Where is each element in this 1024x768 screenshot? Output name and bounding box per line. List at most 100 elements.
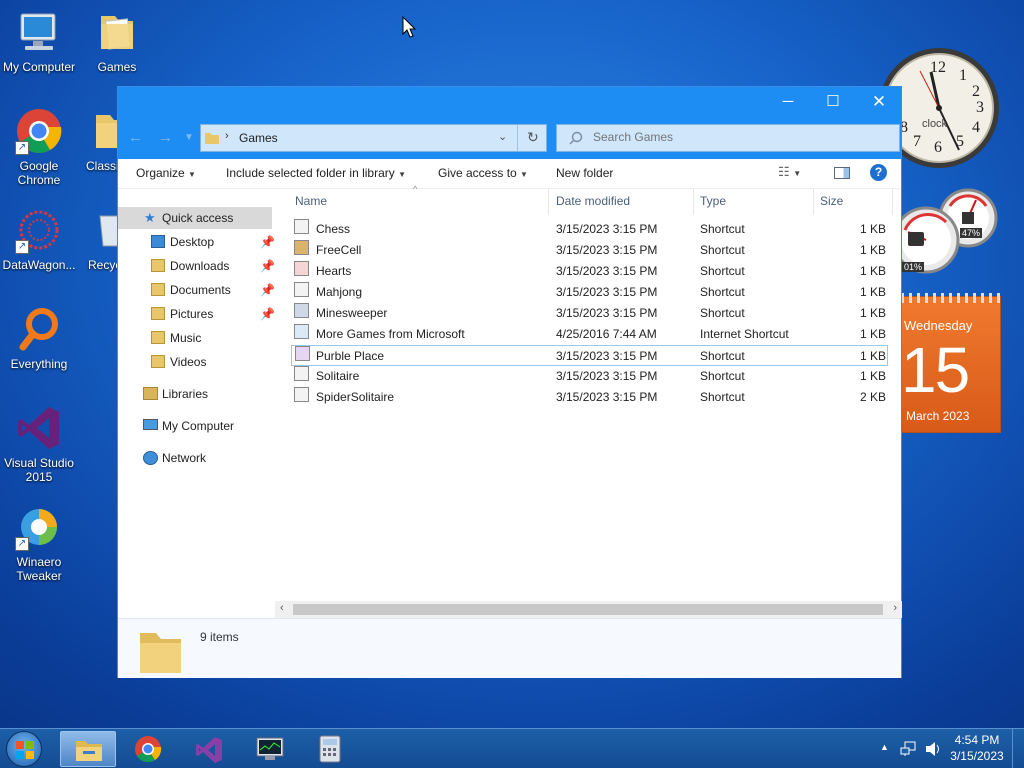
- scroll-left-icon[interactable]: ‹: [280, 602, 284, 614]
- file-row-chess[interactable]: Chess 3/15/2023 3:15 PM Shortcut 1 KB: [291, 219, 888, 240]
- nav-item-videos[interactable]: Videos: [118, 351, 275, 373]
- pin-icon[interactable]: 📌: [260, 279, 275, 301]
- clock-number: 12: [930, 59, 946, 76]
- file-row-hearts[interactable]: Hearts 3/15/2023 3:15 PM Shortcut 1 KB: [291, 261, 888, 282]
- item-count: 9 items: [200, 630, 239, 644]
- network-tray-icon[interactable]: [900, 741, 918, 757]
- clock-time: 4:54 PM: [954, 733, 1000, 747]
- help-icon[interactable]: ?: [870, 164, 887, 181]
- show-desktop-button[interactable]: [1012, 729, 1024, 768]
- back-arrow-icon[interactable]: ←: [128, 129, 143, 146]
- documents-folder-icon: [151, 283, 165, 296]
- desktop-icon-label: Recyc: [88, 258, 118, 272]
- taskbar-file-explorer[interactable]: [60, 731, 116, 767]
- column-header-date[interactable]: Date modified: [556, 194, 630, 208]
- desktop-icon-visual-studio[interactable]: Visual Studio 2015: [0, 404, 78, 484]
- nav-item-music[interactable]: Music: [118, 327, 275, 349]
- music-folder-icon: [151, 331, 165, 344]
- nav-item-desktop[interactable]: Desktop 📌: [118, 231, 275, 253]
- desktop-icon-google-chrome[interactable]: ↗ Google Chrome: [0, 107, 78, 187]
- file-row-spidersolitaire[interactable]: SpiderSolitaire 3/15/2023 3:15 PM Shortc…: [291, 387, 888, 408]
- calendar-gadget[interactable]: Wednesday 15 March 2023: [900, 293, 1001, 433]
- taskbar-clock[interactable]: 4:54 PM 3/15/2023: [946, 732, 1008, 764]
- nav-item-quick-access[interactable]: ★ Quick access: [118, 207, 272, 229]
- nav-item-my-computer[interactable]: My Computer: [118, 415, 275, 437]
- breadcrumb-folder[interactable]: Games: [239, 131, 278, 145]
- recent-locations-chevron-icon[interactable]: ▼: [184, 132, 194, 143]
- address-dropdown-icon[interactable]: ⌄: [498, 130, 507, 143]
- downloads-folder-icon: [151, 259, 165, 272]
- pin-icon[interactable]: 📌: [260, 231, 275, 253]
- desktop-icon-label: Winaero Tweaker: [16, 555, 62, 583]
- desktop-icon-datawagon[interactable]: ↗ DataWagon...: [0, 206, 78, 272]
- cpu-meter-gadget[interactable]: 01% 47%: [892, 186, 1002, 278]
- preview-pane-icon[interactable]: [834, 167, 850, 179]
- calculator-icon: [319, 735, 341, 763]
- volume-tray-icon[interactable]: [924, 741, 942, 757]
- start-button[interactable]: [6, 731, 42, 767]
- file-row-mahjong[interactable]: Mahjong 3/15/2023 3:15 PM Shortcut 1 KB: [291, 282, 888, 303]
- desktop-icon-classic[interactable]: Classi: [78, 107, 118, 173]
- pin-icon[interactable]: 📌: [260, 255, 275, 277]
- taskbar-calculator[interactable]: [302, 731, 358, 767]
- scrollbar-thumb[interactable]: [293, 604, 883, 615]
- scroll-right-icon[interactable]: ›: [893, 602, 897, 614]
- calendar-weekday: Wednesday: [904, 318, 973, 333]
- organize-button[interactable]: Organize ▼: [136, 166, 196, 180]
- file-row-more-games[interactable]: More Games from Microsoft 4/25/2016 7:44…: [291, 324, 888, 345]
- nav-item-documents[interactable]: Documents 📌: [118, 279, 275, 301]
- change-view-icon[interactable]: ☷ ▼: [778, 164, 801, 180]
- navigation-pane: ★ Quick access Desktop 📌 Downloads 📌 Doc…: [118, 189, 275, 617]
- navigation-bar: ← → ▼ › Games ⌄ ↻: [118, 119, 901, 159]
- details-pane: 9 items: [118, 618, 901, 678]
- desktop-icon-label: Google Chrome: [17, 159, 61, 187]
- search-input[interactable]: [593, 130, 883, 144]
- pin-icon[interactable]: 📌: [260, 303, 275, 325]
- desktop-icon-games[interactable]: Games: [78, 8, 156, 74]
- nav-item-libraries[interactable]: Libraries: [118, 383, 275, 405]
- include-in-library-button[interactable]: Include selected folder in library ▼: [226, 166, 406, 180]
- desktop-folder-icon: [151, 235, 165, 248]
- sort-indicator-icon: ^: [413, 184, 418, 194]
- taskbar-chrome[interactable]: [122, 731, 178, 767]
- nav-item-downloads[interactable]: Downloads 📌: [118, 255, 275, 277]
- nav-item-network[interactable]: Network: [118, 447, 275, 469]
- search-box[interactable]: [556, 124, 900, 152]
- horizontal-scrollbar[interactable]: ‹ ›: [275, 601, 902, 618]
- desktop-icon-label: My Computer: [2, 60, 76, 74]
- forward-arrow-icon[interactable]: →: [158, 129, 173, 146]
- clock-label: clock: [922, 118, 948, 130]
- show-hidden-icons-button[interactable]: ▲: [880, 742, 889, 752]
- column-header-type[interactable]: Type: [700, 194, 726, 208]
- nav-item-pictures[interactable]: Pictures 📌: [118, 303, 275, 325]
- file-row-solitaire[interactable]: Solitaire 3/15/2023 3:15 PM Shortcut 1 K…: [291, 366, 888, 387]
- desktop-icon-my-computer[interactable]: My Computer: [0, 8, 78, 74]
- mouse-cursor-icon: [402, 16, 416, 38]
- minimize-button[interactable]: ─: [765, 87, 811, 117]
- refresh-icon[interactable]: ↻: [527, 129, 539, 146]
- title-bar[interactable]: ─ ☐ ✕: [118, 87, 901, 119]
- column-header-size[interactable]: Size: [820, 194, 843, 208]
- new-folder-button[interactable]: New folder: [556, 166, 613, 180]
- desktop-icon-recycle-bin[interactable]: Recyc: [78, 206, 118, 272]
- file-row-minesweeper[interactable]: Minesweeper 3/15/2023 3:15 PM Shortcut 1…: [291, 303, 888, 324]
- explorer-window[interactable]: ─ ☐ ✕ ← → ▼ › Games ⌄ ↻ Organize ▼ Inclu…: [117, 86, 902, 678]
- cpu-usage-value: 01%: [902, 262, 925, 272]
- command-bar: Organize ▼ Include selected folder in li…: [118, 159, 901, 189]
- clock-number: 7: [913, 133, 921, 150]
- maximize-button[interactable]: ☐: [810, 87, 856, 117]
- minesweeper-icon: [294, 303, 309, 318]
- folder-icon: [93, 8, 141, 56]
- desktop-icon-winaero-tweaker[interactable]: ↗ Winaero Tweaker: [0, 503, 78, 583]
- file-row-purble-place[interactable]: Purble Place 3/15/2023 3:15 PM Shortcut …: [291, 345, 888, 366]
- desktop-icon-everything[interactable]: Everything: [0, 305, 78, 371]
- file-row-freecell[interactable]: FreeCell 3/15/2023 3:15 PM Shortcut 1 KB: [291, 240, 888, 261]
- give-access-button[interactable]: Give access to ▼: [438, 166, 528, 180]
- close-button[interactable]: ✕: [856, 87, 902, 117]
- address-bar[interactable]: › Games ⌄ ↻: [200, 124, 547, 152]
- file-list: ^ Name Date modified Type Size Chess 3/1…: [275, 184, 901, 617]
- taskbar-visual-studio[interactable]: [182, 731, 238, 767]
- breadcrumb-chevron-icon[interactable]: ›: [225, 130, 229, 142]
- column-header-name[interactable]: Name: [295, 194, 327, 208]
- taskbar-task-manager[interactable]: [242, 731, 298, 767]
